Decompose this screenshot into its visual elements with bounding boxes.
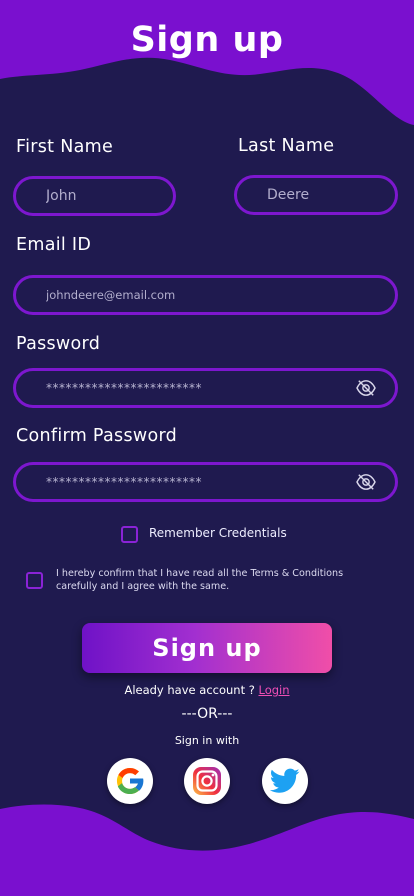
login-link[interactable]: Login xyxy=(259,683,290,697)
eye-off-icon[interactable] xyxy=(355,379,377,397)
email-field[interactable] xyxy=(13,275,398,315)
google-icon xyxy=(116,767,144,795)
email-input[interactable] xyxy=(16,288,395,302)
email-label: Email ID xyxy=(16,235,92,255)
first-name-field[interactable] xyxy=(13,176,176,216)
terms-text: I hereby confirm that I have read all th… xyxy=(56,568,344,592)
last-name-input[interactable] xyxy=(237,187,395,203)
confirm-password-input[interactable] xyxy=(16,475,395,489)
google-signin-button[interactable] xyxy=(107,758,153,804)
page-title: Sign up xyxy=(130,20,284,60)
password-label: Password xyxy=(16,334,101,354)
first-name-label: First Name xyxy=(16,137,114,157)
terms-checkbox[interactable] xyxy=(26,572,43,589)
footer-wave xyxy=(0,804,414,896)
have-account-label: Aleady have account ? xyxy=(124,683,259,697)
remember-label: Remember Credentials xyxy=(149,526,287,540)
instagram-signin-button[interactable] xyxy=(184,758,230,804)
twitter-icon xyxy=(270,768,300,793)
password-field[interactable] xyxy=(13,368,398,408)
eye-off-icon[interactable] xyxy=(355,473,377,491)
last-name-field[interactable] xyxy=(234,175,398,215)
have-account-text: Aleady have account ? Login xyxy=(0,683,414,697)
twitter-signin-button[interactable] xyxy=(262,758,308,804)
first-name-input[interactable] xyxy=(16,188,173,204)
confirm-password-field[interactable] xyxy=(13,462,398,502)
sign-in-with-label: Sign in with xyxy=(174,734,240,747)
sign-up-button[interactable]: Sign up xyxy=(82,623,332,673)
password-input[interactable] xyxy=(16,381,395,395)
remember-checkbox[interactable] xyxy=(121,526,138,543)
confirm-password-label: Confirm Password xyxy=(16,426,178,446)
or-divider: ---OR--- xyxy=(181,706,233,722)
instagram-icon xyxy=(193,767,221,795)
last-name-label: Last Name xyxy=(238,136,335,156)
